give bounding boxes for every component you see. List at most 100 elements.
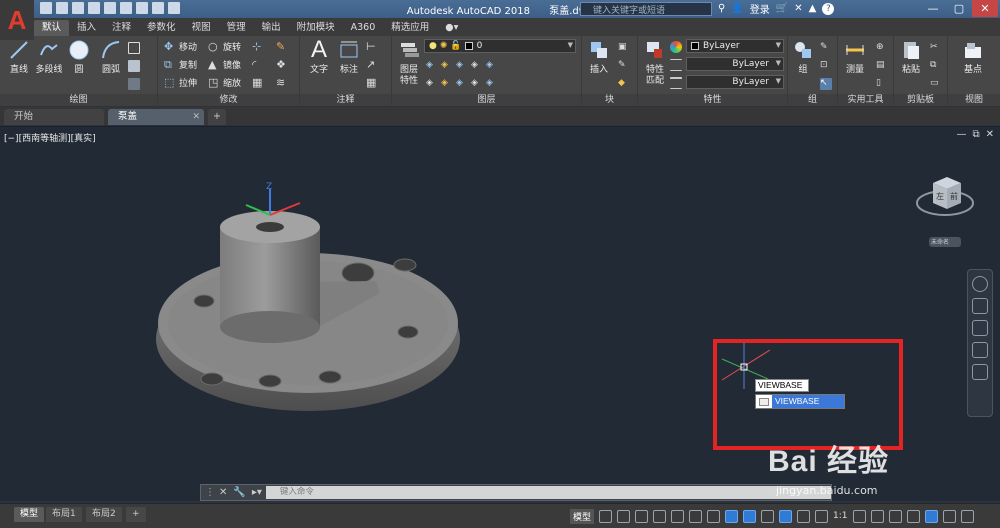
- attributes-button[interactable]: ◆: [618, 76, 630, 92]
- layer-unisolate-icon[interactable]: ◈: [441, 78, 453, 90]
- autodesk-icon[interactable]: ▲: [809, 3, 817, 14]
- group-edit-button[interactable]: ⊡: [820, 58, 832, 74]
- command-input[interactable]: 键入命令: [265, 486, 831, 499]
- mirror-button[interactable]: ▲ 镜像: [208, 56, 241, 72]
- linetype-icon[interactable]: [670, 59, 682, 71]
- isolate-objects-icon[interactable]: [906, 509, 920, 523]
- close-icon[interactable]: ✕: [972, 0, 998, 17]
- ungroup-button[interactable]: ✎: [820, 40, 832, 56]
- clean-screen-icon[interactable]: [942, 509, 956, 523]
- tab-annotate[interactable]: 注释: [104, 20, 139, 36]
- erase-button[interactable]: ✎: [276, 38, 288, 54]
- draw-panel-title[interactable]: 绘图: [0, 94, 157, 106]
- application-menu-button[interactable]: A: [0, 0, 34, 40]
- workspace-icon[interactable]: [852, 509, 866, 523]
- ortho-icon[interactable]: [671, 509, 685, 523]
- close-cmd-icon[interactable]: ✕: [219, 487, 227, 498]
- tab-insert[interactable]: 插入: [69, 20, 104, 36]
- gradient-button[interactable]: [128, 76, 140, 92]
- layer-isolate-icon[interactable]: ◈: [441, 60, 453, 72]
- annotation-scale[interactable]: 1:1: [833, 511, 847, 521]
- customization-icon[interactable]: [960, 509, 974, 523]
- scale-button[interactable]: ◳ 缩放: [208, 74, 241, 90]
- exchange-icon[interactable]: ✕: [794, 3, 802, 14]
- isometric-icon[interactable]: [707, 509, 721, 523]
- object-snap-icon[interactable]: [743, 509, 757, 523]
- lineweight-dropdown[interactable]: ByLayer ▼: [686, 75, 784, 89]
- tab-default[interactable]: 默认: [34, 20, 70, 36]
- group-button[interactable]: 组: [788, 38, 818, 76]
- tab-manage[interactable]: 管理: [219, 20, 254, 36]
- block-panel-title[interactable]: 块: [582, 94, 637, 106]
- layer-match-icon[interactable]: ◈: [486, 60, 498, 72]
- showmotion-icon[interactable]: [972, 364, 988, 380]
- linear-dim-button[interactable]: ⊢: [366, 38, 378, 54]
- suggestion-label[interactable]: VIEWBASE: [772, 395, 844, 408]
- clipboard-panel-title[interactable]: 剪贴板: [894, 94, 947, 106]
- save-as-icon[interactable]: [88, 2, 100, 14]
- polyline-button[interactable]: 多段线: [34, 38, 64, 76]
- measure-button[interactable]: 测量: [840, 38, 870, 76]
- pan-icon[interactable]: [972, 298, 988, 314]
- tab-parametric[interactable]: 参数化: [139, 20, 184, 36]
- print-icon[interactable]: [120, 2, 132, 14]
- grip-icon[interactable]: ⋮: [205, 487, 215, 498]
- text-button[interactable]: A 文字: [304, 36, 334, 76]
- hatch-button[interactable]: [128, 58, 140, 74]
- circle-button[interactable]: 圆: [64, 38, 94, 76]
- command-history-icon[interactable]: ▸▾: [252, 487, 262, 498]
- properties-panel-title[interactable]: 特性: [638, 94, 787, 106]
- base-view-button[interactable]: 基点: [958, 38, 988, 76]
- tab-view[interactable]: 视图: [184, 20, 219, 36]
- copy-clip-button[interactable]: ⧉: [930, 58, 942, 74]
- view-panel-title[interactable]: 视图: [948, 94, 1000, 106]
- leader-button[interactable]: ↗: [366, 56, 378, 72]
- dynamic-input-field[interactable]: VIEWBASE: [755, 379, 809, 392]
- close-tab-icon[interactable]: ✕: [192, 109, 200, 125]
- offset-button[interactable]: ≋: [276, 74, 288, 90]
- object-snap-tracking-icon[interactable]: [725, 509, 739, 523]
- tab-a360[interactable]: A360: [343, 20, 384, 36]
- group-select-button[interactable]: ↖: [820, 76, 832, 92]
- layer-lock-icon[interactable]: ◈: [471, 60, 483, 72]
- new-tab-button[interactable]: +: [208, 109, 226, 125]
- help-icon[interactable]: ?: [822, 2, 835, 15]
- layer-properties-button[interactable]: 图层 特性: [394, 38, 424, 87]
- layer-unlock-icon[interactable]: ◈: [471, 78, 483, 90]
- copy-base-button[interactable]: ▭: [930, 76, 942, 92]
- layer-off-icon[interactable]: ◈: [426, 60, 438, 72]
- table-button[interactable]: ▦: [366, 74, 378, 90]
- layer-dropdown[interactable]: ● ✺ 🔓 0 ▼: [424, 39, 576, 53]
- new-icon[interactable]: [40, 2, 52, 14]
- share-icon[interactable]: [168, 2, 180, 14]
- undo-icon[interactable]: [136, 2, 148, 14]
- linetype-dropdown[interactable]: ByLayer ▼: [686, 57, 784, 71]
- edit-block-button[interactable]: ✎: [618, 58, 630, 74]
- fillet-button[interactable]: ◜: [252, 56, 264, 72]
- plot-icon[interactable]: [104, 2, 116, 14]
- minimize-icon[interactable]: —: [920, 0, 946, 17]
- insert-button[interactable]: 插入: [584, 38, 614, 76]
- modify-panel-title[interactable]: 修改: [158, 94, 299, 106]
- color-wheel-icon[interactable]: [670, 41, 682, 53]
- layer-freeze-icon[interactable]: ◈: [456, 60, 468, 72]
- search-input[interactable]: 键入关键字或短语: [580, 2, 712, 16]
- add-layout-button[interactable]: +: [126, 507, 146, 522]
- zoom-icon[interactable]: [972, 320, 988, 336]
- tab-drawing[interactable]: 泵盖 ✕: [108, 109, 204, 125]
- move-button[interactable]: ✥ 移动: [164, 38, 197, 54]
- tab-layout1[interactable]: 布局1: [46, 507, 82, 522]
- snap-icon[interactable]: [617, 509, 631, 523]
- grid-icon[interactable]: [599, 509, 613, 523]
- polar-icon[interactable]: [689, 509, 703, 523]
- tab-start[interactable]: 开始: [4, 109, 104, 125]
- cut-button[interactable]: ✂: [930, 40, 942, 56]
- open-icon[interactable]: [56, 2, 68, 14]
- user-icon[interactable]: 👤: [731, 3, 743, 14]
- wcs-menu[interactable]: 未命名: [931, 237, 949, 246]
- layer-thaw-icon[interactable]: ◈: [456, 78, 468, 90]
- groups-panel-title[interactable]: 组: [788, 94, 837, 106]
- rotate-button[interactable]: ○ 旋转: [208, 38, 241, 54]
- copy-button[interactable]: ⧉ 复制: [164, 56, 197, 72]
- drawing-viewport[interactable]: [−][西南等轴测][真实] — ⧉ ✕ Z 左 前 未命名 VIEWBASE …: [0, 126, 1000, 501]
